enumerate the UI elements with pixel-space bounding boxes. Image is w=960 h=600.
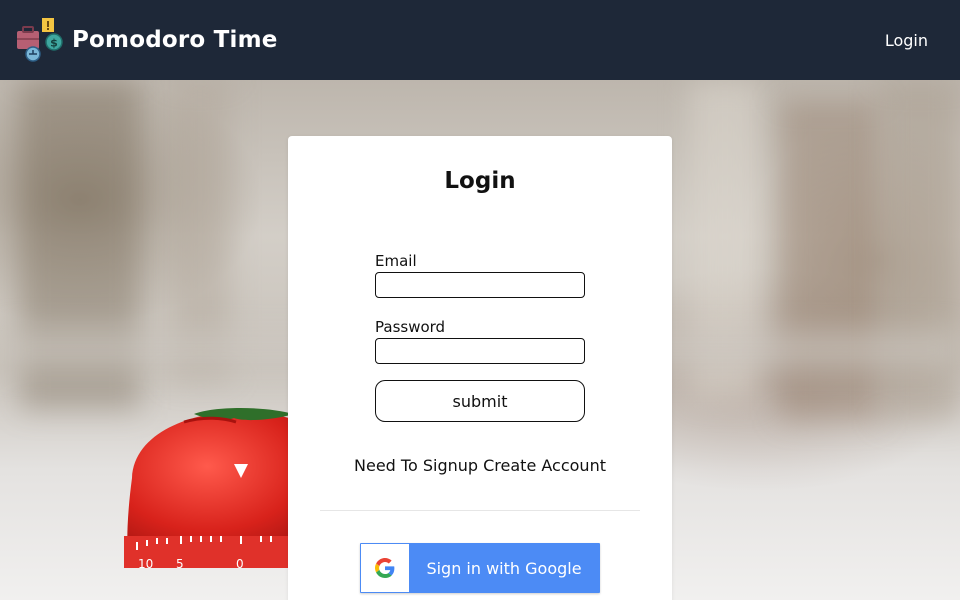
pomodoro-logo-icon: $ — [16, 16, 64, 64]
svg-text:10: 10 — [138, 557, 153, 568]
google-sign-in-button[interactable]: Sign in with Google — [360, 543, 600, 593]
google-sign-in-label: Sign in with Google — [426, 558, 582, 578]
nav-login-link[interactable]: Login — [885, 31, 928, 50]
top-navbar: $ Pomodoro Time Login — [0, 0, 960, 80]
signup-link[interactable]: Need To Signup Create Account — [288, 456, 672, 475]
svg-text:$: $ — [50, 37, 58, 50]
google-icon-container — [361, 544, 409, 592]
login-form: Email Password submit — [375, 250, 585, 422]
email-label: Email — [375, 252, 417, 270]
brand[interactable]: $ Pomodoro Time — [16, 16, 278, 64]
divider — [320, 510, 640, 511]
google-g-icon — [375, 558, 395, 578]
svg-text:0: 0 — [236, 557, 244, 568]
login-title: Login — [444, 168, 516, 194]
svg-text:5: 5 — [176, 557, 184, 568]
app-title: Pomodoro Time — [72, 27, 278, 53]
submit-button[interactable]: submit — [375, 380, 585, 422]
login-card: Login Email Password submit Need To Sign… — [288, 136, 672, 600]
password-label: Password — [375, 318, 446, 336]
email-field[interactable] — [375, 272, 585, 298]
password-field[interactable] — [375, 338, 585, 364]
